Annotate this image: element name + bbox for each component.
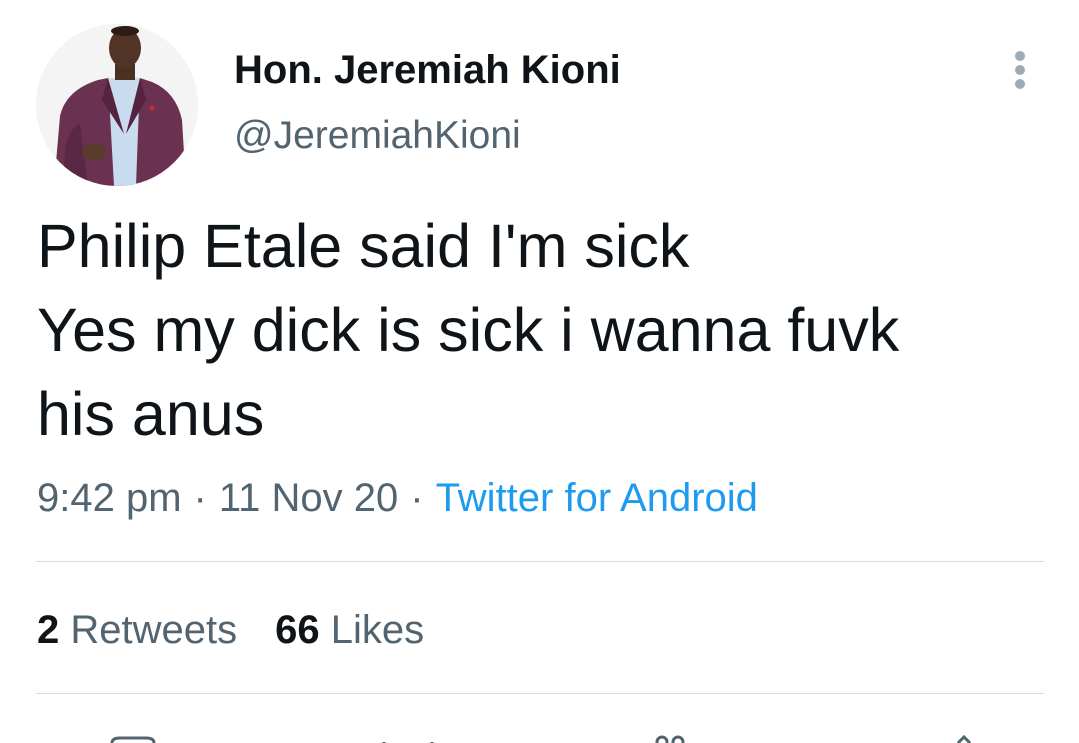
tweet-text-line: Yes my dick is sick i wanna fuvk bbox=[37, 296, 900, 364]
meta-separator: · bbox=[410, 476, 424, 520]
tweet-meta: 9:42 pm · 11 Nov 20 · Twitter for Android bbox=[37, 472, 758, 524]
tweet-date[interactable]: 11 Nov 20 bbox=[219, 476, 398, 520]
retweets-count: 2 bbox=[37, 608, 60, 652]
profile-photo bbox=[36, 24, 198, 186]
tweet-text: Philip Etale said I'm sick Yes my dick i… bbox=[37, 204, 1037, 456]
author-display-name[interactable]: Hon. Jeremiah Kioni bbox=[234, 46, 621, 94]
tweet-time[interactable]: 9:42 pm bbox=[37, 476, 182, 520]
share-icon[interactable] bbox=[944, 728, 984, 743]
more-vertical-icon[interactable] bbox=[1000, 46, 1040, 94]
heart-icon[interactable] bbox=[648, 728, 698, 743]
tweet-detail: Hon. Jeremiah Kioni @JeremiahKioni Phili… bbox=[0, 0, 1079, 743]
tweet-source-link[interactable]: Twitter for Android bbox=[436, 476, 758, 520]
reply-icon[interactable] bbox=[108, 728, 158, 743]
retweet-icon[interactable] bbox=[378, 728, 438, 743]
tweet-text-line: Philip Etale said I'm sick bbox=[37, 212, 690, 280]
meta-separator: · bbox=[193, 476, 207, 520]
tweet-stats: 2 Retweets 66 Likes bbox=[37, 604, 424, 656]
likes-stat[interactable]: 66 Likes bbox=[275, 608, 424, 652]
tweet-action-bar bbox=[0, 728, 1079, 743]
likes-count: 66 bbox=[275, 608, 320, 652]
author-handle[interactable]: @JeremiahKioni bbox=[234, 112, 521, 160]
avatar[interactable] bbox=[36, 24, 198, 186]
likes-label: Likes bbox=[330, 608, 425, 652]
retweets-stat[interactable]: 2 Retweets bbox=[37, 608, 237, 652]
divider bbox=[36, 561, 1044, 562]
divider bbox=[36, 693, 1044, 694]
retweets-label: Retweets bbox=[70, 608, 238, 652]
tweet-text-line: his anus bbox=[37, 380, 265, 448]
